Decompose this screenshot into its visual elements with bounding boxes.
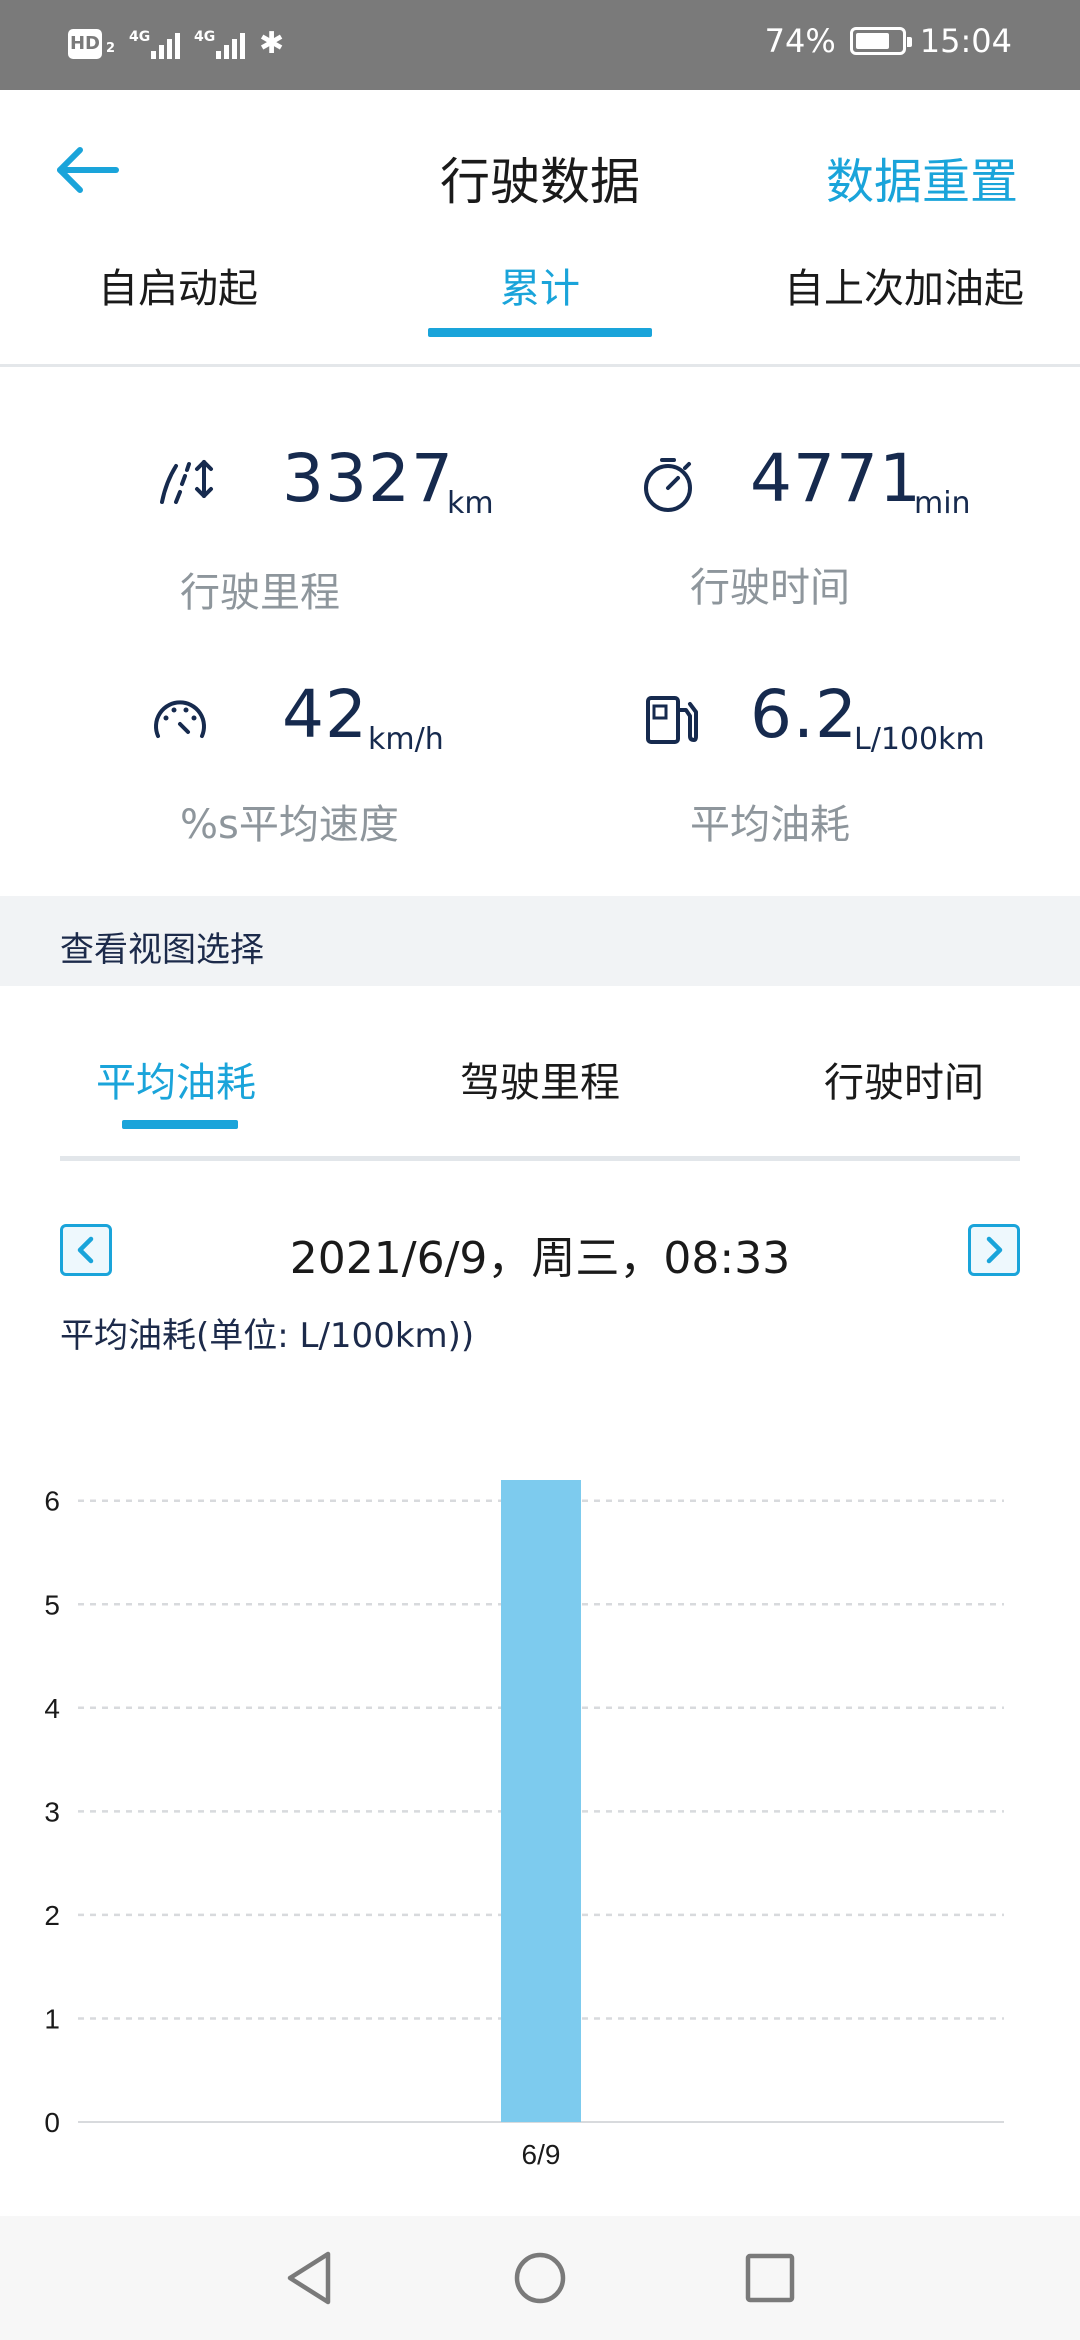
view-tab-indicator xyxy=(122,1120,238,1129)
view-tab-divider xyxy=(60,1156,1020,1161)
battery-fill xyxy=(855,33,889,49)
fuel-pump-icon xyxy=(646,696,698,744)
nav-home-icon[interactable] xyxy=(512,2248,568,2308)
hd-sub-label: 2 xyxy=(106,41,116,56)
bar[interactable] xyxy=(501,1480,581,2122)
fuel-value: 6.2 xyxy=(750,676,858,753)
y-tick-label: 0 xyxy=(44,2107,60,2138)
distance-unit: km xyxy=(447,486,494,521)
time-unit: min xyxy=(914,486,971,521)
distance-value: 3327 xyxy=(282,440,454,517)
signal-icon-1: 4G xyxy=(129,28,181,59)
distance-label: 行驶里程 xyxy=(180,570,340,616)
system-nav-bar xyxy=(0,2216,1080,2340)
y-tick-label: 4 xyxy=(44,1693,60,1724)
stopwatch-icon xyxy=(644,458,692,512)
next-date-button[interactable] xyxy=(968,1224,1020,1276)
speed-unit: km/h xyxy=(368,722,444,757)
y-tick-label: 5 xyxy=(44,1589,60,1620)
x-tick-label: 6/9 xyxy=(522,2139,561,2170)
y-tick-label: 3 xyxy=(44,1796,60,1827)
bluetooth-icon: ✱ xyxy=(259,26,285,61)
hd-icon: HD xyxy=(68,28,102,59)
chart-title: 平均油耗(单位: L/100km)) xyxy=(60,1316,475,1356)
view-selection-title: 查看视图选择 xyxy=(60,930,264,970)
speed-value: 42 xyxy=(282,676,368,753)
tab-divider xyxy=(0,364,1080,367)
y-tick-label: 2 xyxy=(44,1900,60,1931)
signal-label-2: 4G xyxy=(194,28,216,45)
status-right: 74% 15:04 xyxy=(765,22,1012,60)
tab-since-refuel[interactable]: 自上次加油起 xyxy=(784,256,1024,314)
battery-percent: 74% xyxy=(764,22,836,60)
hd-label: HD xyxy=(69,33,100,54)
y-tick-label: 1 xyxy=(44,2003,60,2034)
fuel-bar-chart: 0 1 2 3 4 5 6 6/9 xyxy=(44,1480,1004,2170)
fuel-label: 平均油耗 xyxy=(690,802,850,848)
reset-data-button[interactable]: 数据重置 xyxy=(826,142,1018,212)
fuel-unit: L/100km xyxy=(854,722,985,757)
app-bar xyxy=(0,90,1080,360)
speed-label: %s平均速度 xyxy=(180,802,399,848)
battery-icon xyxy=(849,27,912,55)
date-label: 2021/6/9，周三，08:33 xyxy=(289,1233,791,1284)
speedometer-icon xyxy=(154,700,206,738)
signal-label-1: 4G xyxy=(129,28,151,45)
nav-recents-icon[interactable] xyxy=(742,2248,798,2308)
status-bar: HD 2 4G 4G ✱ 74% 15:04 xyxy=(0,0,1080,90)
tab-indicator xyxy=(428,328,652,337)
nav-back-icon[interactable] xyxy=(282,2248,338,2308)
chevron-right-icon xyxy=(986,1236,1003,1264)
time-value: 4771 xyxy=(750,440,922,517)
road-distance-icon xyxy=(160,460,213,504)
view-tab-drive-time[interactable]: 行驶时间 xyxy=(824,1050,984,1108)
time-label: 行驶时间 xyxy=(690,565,850,611)
status-left: HD 2 4G 4G ✱ xyxy=(68,26,284,61)
y-tick-label: 6 xyxy=(44,1486,60,1517)
signal-icon-2: 4G xyxy=(194,28,246,59)
clock: 15:04 xyxy=(919,22,1012,60)
